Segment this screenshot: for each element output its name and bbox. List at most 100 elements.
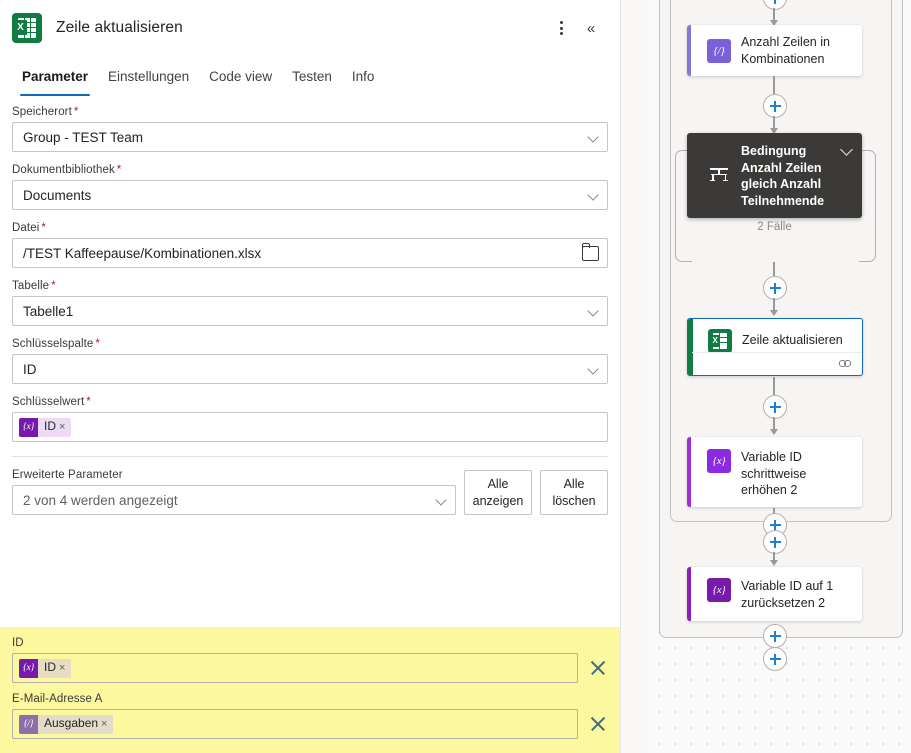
token-remove-icon[interactable]: ×	[101, 718, 107, 730]
token-label: Ausgaben ×	[38, 714, 114, 734]
node-title: Zeile aktualisieren	[742, 333, 843, 347]
node-accent-bar	[687, 437, 691, 507]
label-text: Dokumentbibliothek	[12, 164, 115, 176]
token-remove-icon[interactable]: ×	[59, 662, 65, 674]
field-id: ID {x} ID ×	[12, 637, 608, 683]
label-text: Datei	[12, 222, 40, 234]
add-action-button[interactable]	[763, 530, 787, 554]
datei-input[interactable]: /TEST Kaffeepause/Kombinationen.xlsx	[12, 238, 608, 268]
flow-node-zeile-aktualisieren[interactable]: X Zeile aktualisieren	[687, 318, 863, 376]
tab-parameter[interactable]: Parameter	[12, 58, 98, 96]
label-dokumentbibliothek: Dokumentbibliothek *	[12, 164, 608, 176]
close-icon[interactable]	[588, 658, 608, 678]
variable-icon: {x}	[707, 578, 731, 602]
more-vertical-icon[interactable]	[546, 13, 576, 43]
add-action-button[interactable]	[763, 395, 787, 419]
chevron-down-icon	[435, 493, 449, 507]
chevron-down-icon	[587, 188, 601, 202]
connector-arrow	[769, 429, 778, 435]
token-remove-icon[interactable]: ×	[59, 421, 65, 433]
token-name: ID	[44, 419, 56, 433]
speicherort-value: Group - TEST Team	[23, 129, 144, 145]
add-action-button[interactable]	[763, 647, 787, 671]
label-erweiterte-parameter: Erweiterte Parameter	[12, 469, 123, 481]
schluesselspalte-value: ID	[23, 361, 37, 377]
parameter-form: Speicherort * Group - TEST Team Dokumentb…	[0, 96, 620, 515]
chevron-down-icon	[587, 130, 601, 144]
node-accent-bar	[687, 567, 691, 621]
label-schluesselspalte: Schlüsselspalte *	[12, 338, 608, 350]
node-accent-bar	[687, 25, 691, 76]
tab-einstellungen[interactable]: Einstellungen	[98, 58, 199, 96]
double-chevron-left-icon[interactable]: «	[576, 13, 606, 43]
field-speicherort: Speicherort * Group - TEST Team	[12, 106, 608, 152]
folder-icon[interactable]	[581, 242, 599, 261]
switch-icon	[707, 163, 731, 187]
variable-badge-icon: {x}	[19, 417, 38, 437]
node-title: Bedingung Anzahl Zeilen gleich Anzahl Te…	[741, 144, 825, 208]
speicherort-dropdown[interactable]: Group - TEST Team	[12, 122, 608, 152]
tab-code-view[interactable]: Code view	[199, 58, 282, 96]
field-erweiterte-parameter: Erweiterte Parameter 2 von 4 werden ange…	[12, 469, 608, 515]
email-adresse-a-input[interactable]: {/} Ausgaben ×	[12, 709, 578, 739]
label-schluesselwert: Schlüsselwert *	[12, 396, 608, 408]
label-speicherort: Speicherort *	[12, 106, 608, 118]
dokumentbibliothek-value: Documents	[23, 187, 92, 203]
excel-icon: X	[708, 329, 732, 353]
field-schluesselwert: Schlüsselwert * {x} ID ×	[12, 396, 608, 442]
flow-node-anzahl-zeilen[interactable]: {/} Anzahl Zeilen in Kombinationen	[687, 25, 862, 76]
connector-arrow	[769, 560, 778, 566]
expression-badge-icon: {/}	[19, 714, 38, 734]
node-title: Variable ID schrittweise erhöhen 2	[741, 450, 807, 497]
label-tabelle: Tabelle *	[12, 280, 608, 292]
compose-icon: {/}	[707, 38, 731, 63]
flow-canvas[interactable]: {/} Anzahl Zeilen in Kombinationen Bedin…	[651, 0, 911, 753]
field-datei: Datei * /TEST Kaffeepause/Kombinationen.x…	[12, 222, 608, 268]
erweiterte-parameter-dropdown[interactable]: 2 von 4 werden angezeigt	[12, 485, 456, 515]
add-action-button[interactable]	[763, 94, 787, 118]
variable-token[interactable]: {x} ID ×	[19, 417, 72, 437]
tab-testen[interactable]: Testen	[282, 58, 342, 96]
variable-token[interactable]: {x} ID ×	[19, 658, 72, 678]
connector	[773, 377, 775, 395]
chevron-down-icon[interactable]	[841, 143, 853, 155]
tabelle-dropdown[interactable]: Tabelle1	[12, 296, 608, 326]
required-marker: *	[95, 338, 100, 350]
close-icon[interactable]	[588, 714, 608, 734]
clear-all-button[interactable]: Alle löschen	[540, 470, 608, 515]
label-text: Schlüsselspalte	[12, 338, 94, 350]
variable-badge-icon: {x}	[19, 658, 38, 678]
flow-node-variable-erhoehen[interactable]: {x} Variable ID schrittweise erhöhen 2	[687, 437, 862, 507]
section-divider	[12, 456, 608, 457]
show-all-button[interactable]: Alle anzeigen	[464, 470, 532, 515]
node-title: Anzahl Zeilen in Kombinationen	[741, 35, 830, 66]
required-marker: *	[51, 280, 56, 292]
schluesselwert-input[interactable]: {x} ID ×	[12, 412, 608, 442]
excel-icon: X	[12, 13, 42, 43]
link-icon[interactable]	[839, 359, 853, 369]
add-action-button[interactable]	[763, 276, 787, 300]
panel-header: X Zeile aktualisieren «	[0, 0, 620, 56]
dokumentbibliothek-dropdown[interactable]: Documents	[12, 180, 608, 210]
output-token[interactable]: {/} Ausgaben ×	[19, 714, 114, 734]
action-details-panel: X Zeile aktualisieren « Parameter Einste…	[0, 0, 620, 753]
page-title: Zeile aktualisieren	[56, 19, 183, 36]
flow-node-bedingung-switch[interactable]: Bedingung Anzahl Zeilen gleich Anzahl Te…	[687, 133, 862, 218]
tab-info[interactable]: Info	[342, 58, 385, 96]
power-automate-screen: X Zeile aktualisieren « Parameter Einste…	[0, 0, 911, 753]
label-text: Schlüsselwert	[12, 396, 85, 408]
chevron-down-icon	[587, 362, 601, 376]
field-email-adresse-a: E-Mail-Adresse A {/} Ausgaben ×	[12, 693, 608, 739]
flow-node-variable-zuruecksetzen[interactable]: {x} Variable ID auf 1 zurücksetzen 2	[687, 567, 862, 621]
id-input[interactable]: {x} ID ×	[12, 653, 578, 683]
connector	[773, 76, 775, 94]
chevron-down-icon	[587, 304, 601, 318]
add-action-button[interactable]	[763, 624, 787, 648]
highlighted-parameters-section: ID {x} ID × E-Mail-Adresse A {/} Ausgabe…	[0, 627, 620, 753]
token-label: ID ×	[38, 417, 72, 437]
token-name: ID	[44, 660, 56, 674]
tabelle-value: Tabelle1	[23, 303, 74, 319]
required-marker: *	[41, 222, 46, 234]
schluesselspalte-dropdown[interactable]: ID	[12, 354, 608, 384]
connector-arrow	[769, 310, 778, 316]
